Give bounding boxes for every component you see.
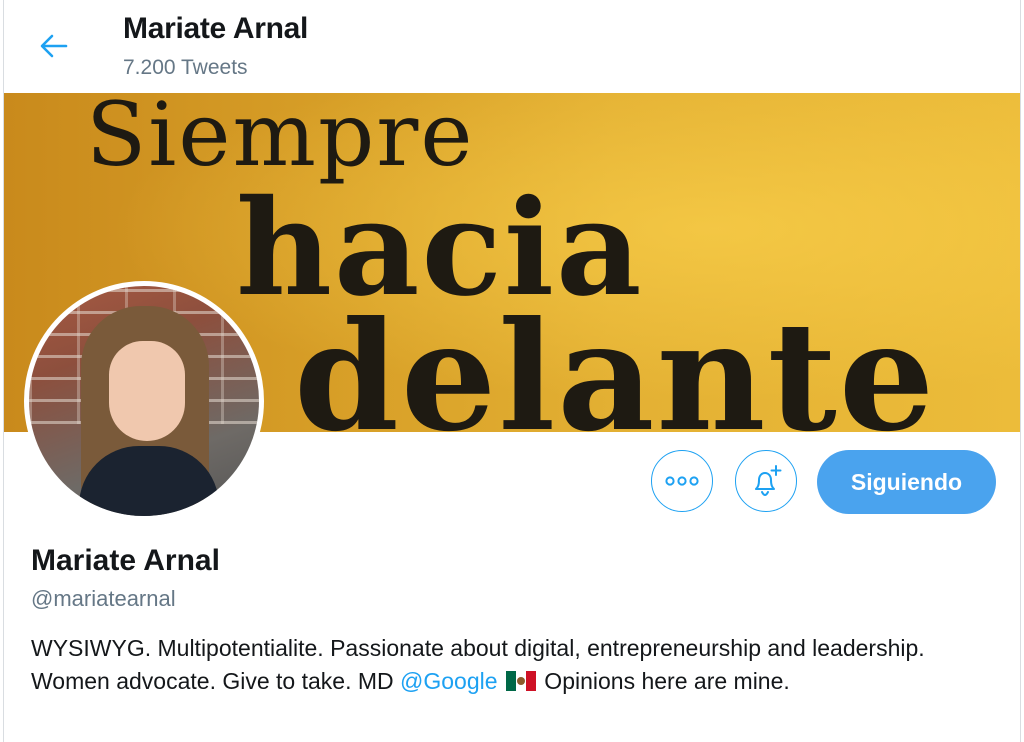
notifications-button[interactable] bbox=[735, 450, 797, 512]
arrow-left-icon bbox=[38, 30, 70, 67]
back-button[interactable] bbox=[32, 26, 76, 70]
following-button[interactable]: Siguiendo bbox=[817, 450, 996, 514]
tweet-count: 7.200 Tweets bbox=[123, 56, 248, 79]
banner-text-line3: delante bbox=[294, 289, 937, 432]
profile-bio: WYSIWYG. Multipotentialite. Passionate a… bbox=[31, 632, 961, 698]
more-dots-icon bbox=[665, 476, 699, 486]
bell-plus-icon bbox=[748, 463, 784, 499]
avatar-photo bbox=[29, 286, 259, 516]
more-options-button[interactable] bbox=[651, 450, 713, 512]
google-mention-link[interactable]: @Google bbox=[400, 668, 498, 694]
mexico-flag-icon bbox=[505, 671, 536, 691]
header-title: Mariate Arnal bbox=[123, 12, 309, 45]
profile-handle: @mariatearnal bbox=[31, 586, 176, 611]
profile-page: Mariate Arnal 7.200 Tweets Siempre hacia… bbox=[3, 0, 1021, 742]
profile-header: Mariate Arnal 7.200 Tweets bbox=[4, 0, 1020, 93]
avatar[interactable] bbox=[24, 281, 264, 521]
bio-text-end: Opinions here are mine. bbox=[537, 668, 790, 694]
profile-name: Mariate Arnal bbox=[31, 544, 220, 577]
